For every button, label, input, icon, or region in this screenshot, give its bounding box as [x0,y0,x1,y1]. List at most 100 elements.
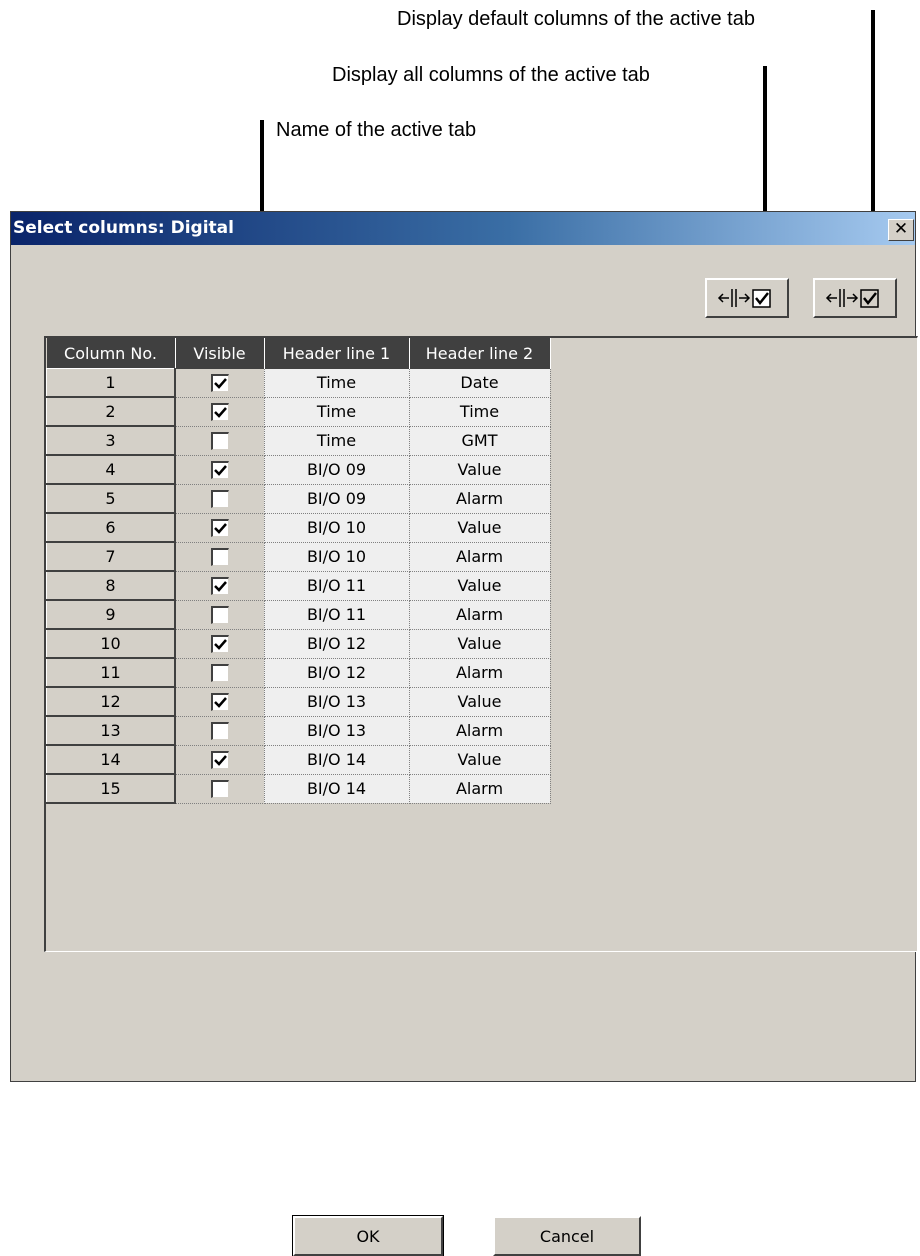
visible-checkbox[interactable] [210,374,229,393]
dialog-title: Select columns: Digital [13,218,234,238]
visible-cell [175,600,265,630]
header-line-1-cell[interactable]: BI/O 09 [264,455,410,485]
table-row[interactable]: 15 BI/O 14 Alarm [46,773,551,804]
column-number-cell: 2 [46,396,176,427]
visible-checkbox[interactable] [210,664,229,683]
ok-button-label: OK [356,1226,380,1246]
table-row[interactable]: 2 Time Time [46,396,551,427]
visible-checkbox[interactable] [210,751,229,770]
visible-cell [175,542,265,572]
visible-checkbox[interactable] [210,577,229,596]
table-header-row: Column No. Visible Header line 1 Header … [46,338,551,369]
header-line-2-cell[interactable]: Alarm [408,484,551,514]
visible-cell [175,716,265,746]
header-line-1-cell[interactable]: BI/O 10 [264,513,410,543]
column-number-cell: 11 [46,657,176,688]
header-line-1-cell[interactable]: BI/O 13 [264,716,410,746]
visible-checkbox[interactable] [210,722,229,741]
header-line-2-cell[interactable]: Date [408,368,551,398]
ok-button[interactable]: OK [292,1215,444,1256]
visible-checkbox[interactable] [210,606,229,625]
table-row[interactable]: 3 Time GMT [46,425,551,456]
visible-cell [175,571,265,601]
visible-checkbox[interactable] [210,461,229,480]
visible-cell [175,513,265,543]
table-row[interactable]: 7 BI/O 10 Alarm [46,541,551,572]
header-line-2-cell[interactable]: Alarm [408,658,551,688]
header-line-2-cell[interactable]: Time [408,397,551,427]
header-line-2[interactable]: Header line 2 [409,338,551,369]
table-row[interactable]: 10 BI/O 12 Value [46,628,551,659]
header-line-2-cell[interactable]: Alarm [408,716,551,746]
show-all-columns-button[interactable] [705,278,789,318]
columns-table: Column No. Visible Header line 1 Header … [46,338,551,804]
header-line-2-cell[interactable]: Alarm [408,600,551,630]
table-row[interactable]: 8 BI/O 11 Value [46,570,551,601]
checkmark-icon [213,378,227,390]
header-line-2-cell[interactable]: Value [408,629,551,659]
annotation-all-columns: Display all columns of the active tab [332,64,650,86]
cancel-button[interactable]: Cancel [493,1216,641,1256]
table-row[interactable]: 5 BI/O 09 Alarm [46,483,551,514]
columns-check-icon [717,289,771,308]
column-number-cell: 7 [46,541,176,572]
header-visible[interactable]: Visible [175,338,265,369]
table-row[interactable]: 4 BI/O 09 Value [46,454,551,485]
column-number-cell: 15 [46,773,176,804]
header-line-1-cell[interactable]: BI/O 10 [264,542,410,572]
column-number-cell: 8 [46,570,176,601]
table-row[interactable]: 11 BI/O 12 Alarm [46,657,551,688]
table-row[interactable]: 9 BI/O 11 Alarm [46,599,551,630]
visible-checkbox[interactable] [210,519,229,538]
visible-checkbox[interactable] [210,780,229,799]
header-line-1-cell[interactable]: Time [264,368,410,398]
header-line-2-cell[interactable]: Value [408,745,551,775]
header-line-1-cell[interactable]: BI/O 11 [264,600,410,630]
header-column-no[interactable]: Column No. [46,338,176,369]
header-line-1-cell[interactable]: BI/O 14 [264,745,410,775]
header-line-2-cell[interactable]: GMT [408,426,551,456]
table-row[interactable]: 13 BI/O 13 Alarm [46,715,551,746]
header-line-2-cell[interactable]: Alarm [408,542,551,572]
header-line-1-cell[interactable]: BI/O 13 [264,687,410,717]
visible-cell [175,484,265,514]
checkmark-icon [213,697,227,709]
header-line-2-cell[interactable]: Value [408,455,551,485]
header-line-2-cell[interactable]: Value [408,571,551,601]
columns-check-icon [825,289,879,308]
column-number-cell: 3 [46,425,176,456]
table-row[interactable]: 1 Time Date [46,368,551,398]
visible-cell [175,397,265,427]
visible-checkbox[interactable] [210,490,229,509]
title-bar[interactable]: Select columns: Digital ✕ [11,212,915,245]
table-row[interactable]: 14 BI/O 14 Value [46,744,551,775]
table-row[interactable]: 12 BI/O 13 Value [46,686,551,717]
visible-checkbox[interactable] [210,403,229,422]
cancel-button-label: Cancel [539,1226,595,1246]
header-line-1-cell[interactable]: BI/O 12 [264,658,410,688]
header-line-2-cell[interactable]: Value [408,687,551,717]
visible-cell [175,658,265,688]
header-line-1-cell[interactable]: BI/O 11 [264,571,410,601]
visible-cell [175,455,265,485]
table-row[interactable]: 6 BI/O 10 Value [46,512,551,543]
column-number-cell: 13 [46,715,176,746]
visible-checkbox[interactable] [210,635,229,654]
visible-cell [175,629,265,659]
leader-tab-name [260,120,264,224]
column-number-cell: 12 [46,686,176,717]
header-line-1-cell[interactable]: Time [264,397,410,427]
checkmark-icon [213,581,227,593]
header-line-1-cell[interactable]: BI/O 14 [264,774,410,804]
show-default-columns-button[interactable] [813,278,897,318]
header-line-1-cell[interactable]: BI/O 09 [264,484,410,514]
header-line-1-cell[interactable]: Time [264,426,410,456]
header-line-2-cell[interactable]: Value [408,513,551,543]
header-line-1-cell[interactable]: BI/O 12 [264,629,410,659]
header-line-2-cell[interactable]: Alarm [408,774,551,804]
visible-checkbox[interactable] [210,693,229,712]
close-button[interactable]: ✕ [888,219,914,241]
visible-checkbox[interactable] [210,548,229,567]
header-line-1[interactable]: Header line 1 [264,338,410,369]
visible-checkbox[interactable] [210,432,229,451]
